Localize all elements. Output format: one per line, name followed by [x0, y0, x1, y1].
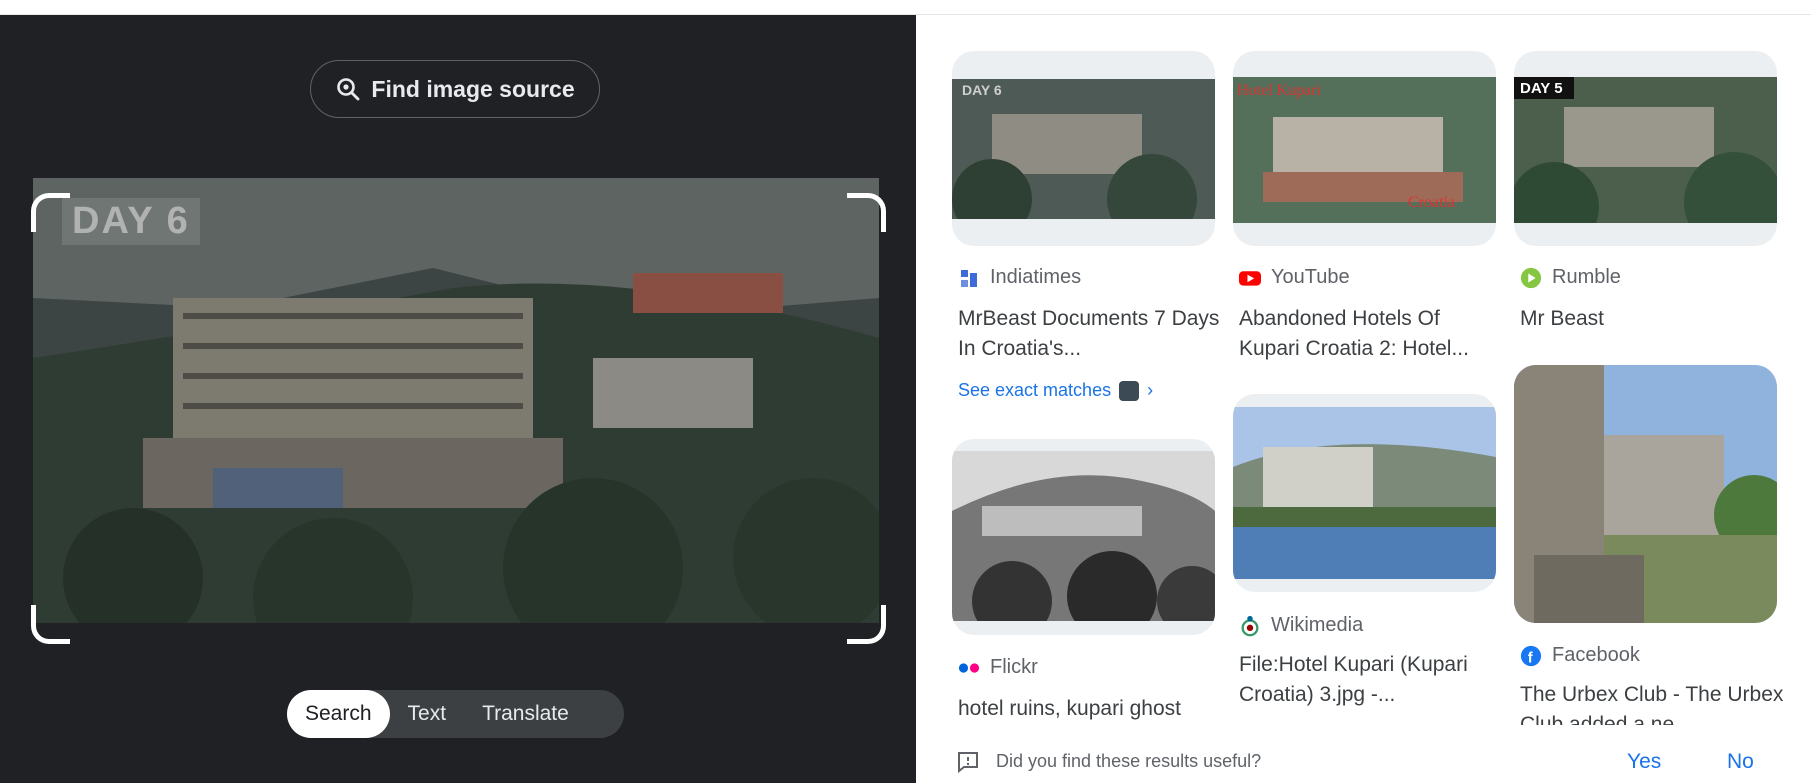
exact-match-thumbnail: [1119, 380, 1140, 401]
feedback-yes-button[interactable]: Yes: [1627, 750, 1661, 774]
result-image-6: [1514, 365, 1777, 623]
result-source-label: YouTube: [1271, 266, 1350, 288]
result-image-4: [952, 451, 1215, 621]
result-title-flickr[interactable]: hotel ruins, kupari ghost: [958, 694, 1223, 724]
result-overlay-text-2: Croatia: [1408, 194, 1455, 211]
result-title-rumble[interactable]: Mr Beast: [1520, 304, 1785, 334]
result-image-2: Hotel Kupari Croatia: [1233, 77, 1496, 223]
result-source-flickr[interactable]: Flickr: [958, 656, 1038, 679]
crop-handle-bottom-left[interactable]: [31, 605, 70, 644]
result-image-5: [1233, 407, 1496, 579]
result-source-label: Indiatimes: [990, 266, 1082, 288]
mode-translate-button[interactable]: Translate: [464, 690, 587, 738]
svg-text:f: f: [1528, 650, 1533, 666]
result-thumbnail-flickr[interactable]: [952, 439, 1215, 635]
rumble-icon: [1520, 267, 1542, 289]
lens-search-icon: [337, 78, 360, 101]
feedback-question: Did you find these results useful?: [996, 751, 1262, 771]
feedback-icon: [958, 752, 978, 774]
result-title-facebook[interactable]: The Urbex Club - The Urbex Club added a …: [1520, 680, 1785, 725]
see-exact-matches-label: See exact matches: [958, 380, 1112, 400]
result-source-label: Flickr: [990, 656, 1038, 678]
crop-overlay-text: DAY 6: [62, 198, 200, 245]
result-source-facebook[interactable]: f Facebook: [1520, 644, 1640, 667]
mode-selector: Search Text Translate: [287, 690, 624, 738]
feedback-no-button[interactable]: No: [1727, 750, 1754, 774]
result-source-label: Rumble: [1552, 266, 1621, 288]
crop-handle-top-left[interactable]: [31, 193, 70, 232]
chevron-right-icon: ›: [1147, 380, 1154, 400]
result-image-3: DAY 5: [1514, 77, 1777, 223]
facebook-icon: f: [1520, 645, 1542, 667]
crop-handle-top-right[interactable]: [847, 193, 886, 232]
result-thumbnail-facebook[interactable]: [1514, 365, 1777, 623]
result-source-label: Wikimedia: [1271, 614, 1364, 636]
result-thumbnail-indiatimes[interactable]: DAY 6: [952, 51, 1215, 246]
result-source-youtube[interactable]: YouTube: [1239, 266, 1350, 289]
result-title-youtube[interactable]: Abandoned Hotels Of Kupari Croatia 2: Ho…: [1239, 304, 1504, 364]
result-overlay-text: DAY 6: [962, 82, 1002, 98]
flickr-icon: [958, 657, 980, 679]
youtube-icon: [1239, 267, 1261, 289]
mode-search-button[interactable]: Search: [287, 690, 390, 738]
result-thumbnail-wikimedia[interactable]: [1233, 394, 1496, 592]
indiatimes-icon: [958, 267, 980, 289]
result-thumbnail-rumble[interactable]: DAY 5: [1514, 51, 1777, 246]
result-source-rumble[interactable]: Rumble: [1520, 266, 1621, 289]
result-image-1: DAY 6: [952, 79, 1215, 219]
feedback-bar: Did you find these results useful? Yes N…: [916, 740, 1811, 783]
result-thumbnail-youtube[interactable]: Hotel Kupari Croatia: [1233, 51, 1496, 246]
result-title-indiatimes[interactable]: MrBeast Documents 7 Days In Croatia's...: [958, 304, 1223, 364]
result-overlay-text: DAY 5: [1520, 80, 1563, 97]
result-overlay-text: Hotel Kupari: [1237, 82, 1322, 99]
result-source-label: Facebook: [1552, 644, 1640, 666]
result-source-wikimedia[interactable]: Wikimedia: [1239, 614, 1363, 637]
wikimedia-icon: [1239, 615, 1261, 637]
find-image-source-button[interactable]: Find image source: [310, 60, 600, 118]
result-source-indiatimes[interactable]: Indiatimes: [958, 266, 1081, 289]
result-title-wikimedia[interactable]: File:Hotel Kupari (Kupari Croatia) 3.jpg…: [1239, 650, 1504, 710]
crop-handle-bottom-right[interactable]: [847, 605, 886, 644]
top-bar: [0, 0, 1811, 15]
find-image-source-label: Find image source: [371, 75, 575, 102]
mode-text-button[interactable]: Text: [390, 690, 465, 738]
see-exact-matches-link[interactable]: See exact matches ›: [958, 380, 1153, 401]
